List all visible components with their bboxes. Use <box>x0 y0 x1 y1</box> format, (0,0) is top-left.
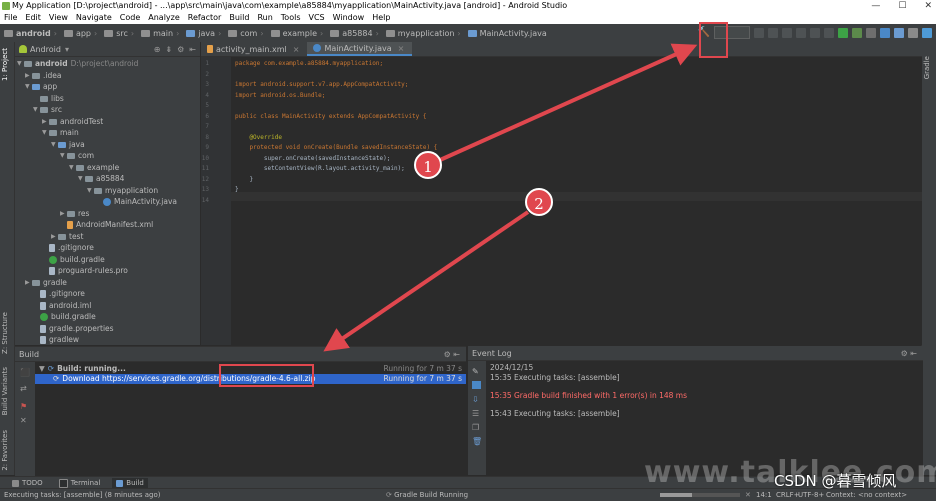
callout-number-1: 1 <box>414 151 442 179</box>
callout-number-2: 2 <box>525 188 553 216</box>
arrow-to-hammer <box>439 43 698 162</box>
watermark-credit: CSDN @暮雪倾风 <box>774 472 897 490</box>
annotation-arrows <box>323 43 698 352</box>
arrow-to-build-row <box>323 210 530 352</box>
